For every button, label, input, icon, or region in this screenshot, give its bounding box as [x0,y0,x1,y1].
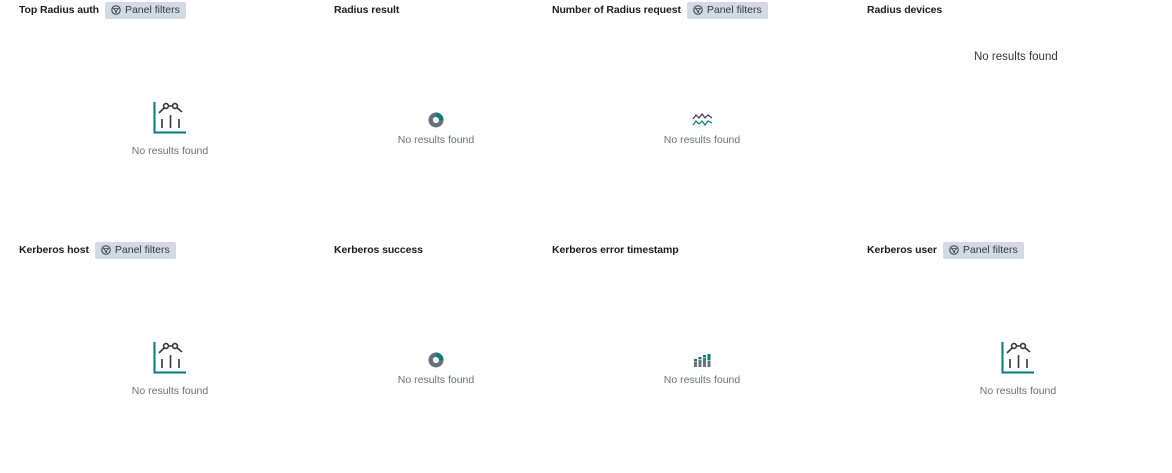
panel-filters-button[interactable]: Panel filters [686,1,768,19]
panel-kerberos-error-timestamp: Kerberos error timestamp No results foun… [552,240,852,470]
panel-filters-label: Panel filters [114,244,170,256]
panel-title: Kerberos user [867,244,937,256]
panel-header: Kerberos success [334,240,423,260]
empty-message: No results found [131,385,209,397]
empty-message: No results found [397,134,475,146]
empty-message: No results found [979,385,1057,397]
empty-state: No results found [70,100,270,157]
panel-radius-devices: Radius devices No results found [867,0,1157,230]
empty-message: No results found [974,51,1058,63]
empty-state: No results found [602,112,802,146]
panel-filters-button[interactable]: Panel filters [104,1,186,19]
panel-title: Number of Radius request [552,4,681,16]
line-chart-icon [153,342,186,374]
panel-filters-label: Panel filters [706,4,762,16]
panel-filters-label: Panel filters [962,244,1018,256]
filter-icon [949,245,959,255]
panel-filters-label: Panel filters [124,4,180,16]
panel-number-of-radius-request: Number of Radius request Panel filters N… [552,0,852,230]
pie-chart-icon [428,112,444,128]
filter-icon [101,245,111,255]
panel-header: Kerberos user Panel filters [867,240,1024,260]
empty-state: No results found [918,340,1118,397]
filter-icon [693,5,703,15]
empty-state: No results found [336,112,536,146]
empty-state: No results found [602,352,802,386]
panel-header: Radius devices [867,0,942,20]
panel-header: Top Radius auth Panel filters [19,0,186,20]
pie-chart-icon [428,352,444,368]
panel-kerberos-success: Kerberos success No results found [334,240,544,470]
panel-kerberos-host: Kerberos host Panel filters No results f… [19,240,319,470]
empty-message: No results found [131,145,209,157]
panel-top-radius-auth: Top Radius auth Panel filters No results… [19,0,319,230]
empty-message: No results found [663,374,741,386]
line-chart-icon [1001,342,1034,374]
filter-icon [111,5,121,15]
panel-header: Radius result [334,0,399,20]
empty-state: No results found [70,340,270,397]
panel-title: Kerberos host [19,244,89,256]
panel-header: Number of Radius request Panel filters [552,0,768,20]
empty-message: No results found [397,374,475,386]
bar-chart-icon [693,354,710,367]
panel-title: Radius devices [867,4,943,16]
panel-title: Kerberos error timestamp [552,244,679,256]
panel-title: Top Radius auth [19,4,99,16]
empty-state: No results found [336,352,536,386]
panel-header: Kerberos error timestamp [552,240,679,260]
panel-header: Kerberos host Panel filters [19,240,176,260]
timeline-icon [692,113,712,126]
line-chart-icon [153,102,186,134]
panel-title: Radius result [334,4,400,16]
panel-filters-button[interactable]: Panel filters [94,241,176,259]
panel-filters-button[interactable]: Panel filters [942,241,1024,259]
panel-title: Kerberos success [334,244,423,256]
empty-message: No results found [663,134,741,146]
panel-kerberos-user: Kerberos user Panel filters No results f… [867,240,1157,470]
panel-radius-result: Radius result No results found [334,0,544,230]
